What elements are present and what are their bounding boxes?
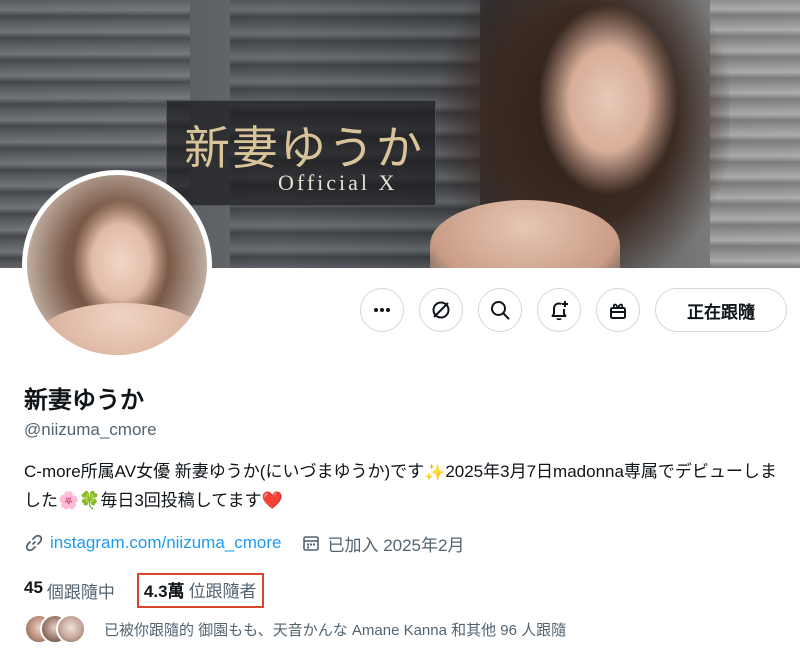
profile-stats: 45 個跟隨中 4.3萬 位跟隨者 bbox=[24, 573, 264, 608]
link-icon bbox=[25, 534, 43, 552]
user-handle: @niizuma_cmore bbox=[24, 420, 157, 439]
website-link[interactable]: instagram.com/niizuma_cmore bbox=[50, 533, 281, 553]
four-leaf-clover-emoji: 🍀 bbox=[79, 491, 101, 511]
search-profile-button[interactable] bbox=[478, 288, 522, 332]
followers-count: 4.3萬 bbox=[143, 582, 185, 601]
grok-button[interactable] bbox=[419, 288, 463, 332]
display-name: 新妻ゆうか bbox=[24, 387, 144, 414]
cherry-blossom-emoji: 🌸 bbox=[58, 491, 80, 511]
joined-item: 已加入 2025年2月 bbox=[301, 531, 464, 556]
follower-avatars bbox=[24, 614, 100, 644]
grok-icon bbox=[432, 301, 450, 319]
profile-bio: C-more所属AV女優 新妻ゆうか(にいづまゆうか)です✨2025年3月7日m… bbox=[24, 458, 784, 515]
following-button[interactable]: 正在跟隨 bbox=[655, 288, 787, 332]
followed-by-row[interactable]: 已被你跟隨的 御園もも、天音かんな Amane Kanna 和其他 96 人跟隨 bbox=[24, 614, 566, 644]
bell-plus-icon bbox=[551, 301, 568, 321]
gift-button[interactable] bbox=[596, 288, 640, 332]
followed-by-text: 已被你跟隨的 御園もも、天音かんな Amane Kanna 和其他 96 人跟隨 bbox=[104, 621, 567, 639]
follower-avatar bbox=[56, 614, 86, 644]
sparkles-emoji: ✨ bbox=[424, 462, 446, 482]
website-item[interactable]: instagram.com/niizuma_cmore bbox=[24, 533, 281, 553]
joined-date: 已加入 2025年2月 bbox=[327, 535, 465, 555]
banner-subtitle: Official X bbox=[278, 170, 398, 195]
following-count-link[interactable]: 45 個跟隨中 bbox=[24, 578, 115, 603]
more-button[interactable] bbox=[360, 288, 404, 332]
red-heart-emoji: ❤️ bbox=[261, 491, 283, 511]
bio-text-3: 毎日3回投稿してます bbox=[100, 490, 262, 510]
banner-title: 新妻ゆうか bbox=[184, 121, 424, 175]
profile-meta: instagram.com/niizuma_cmore 已加入 2025年2月 bbox=[24, 530, 464, 556]
profile-actions: 正在跟隨 bbox=[0, 288, 800, 332]
notify-button[interactable] bbox=[537, 288, 581, 332]
followers-label: 位跟隨者 bbox=[188, 582, 257, 601]
followers-count-link[interactable]: 4.3萬 位跟隨者 bbox=[136, 573, 264, 608]
search-icon bbox=[491, 301, 510, 320]
bio-text-1: C-more所属AV女優 新妻ゆうか(にいづまゆうか)です bbox=[24, 462, 425, 481]
following-count: 45 bbox=[24, 578, 43, 597]
more-horizontal-icon bbox=[374, 308, 390, 312]
calendar-icon bbox=[303, 536, 320, 551]
following-label: 個跟隨中 bbox=[46, 583, 115, 602]
gift-icon bbox=[610, 303, 626, 319]
